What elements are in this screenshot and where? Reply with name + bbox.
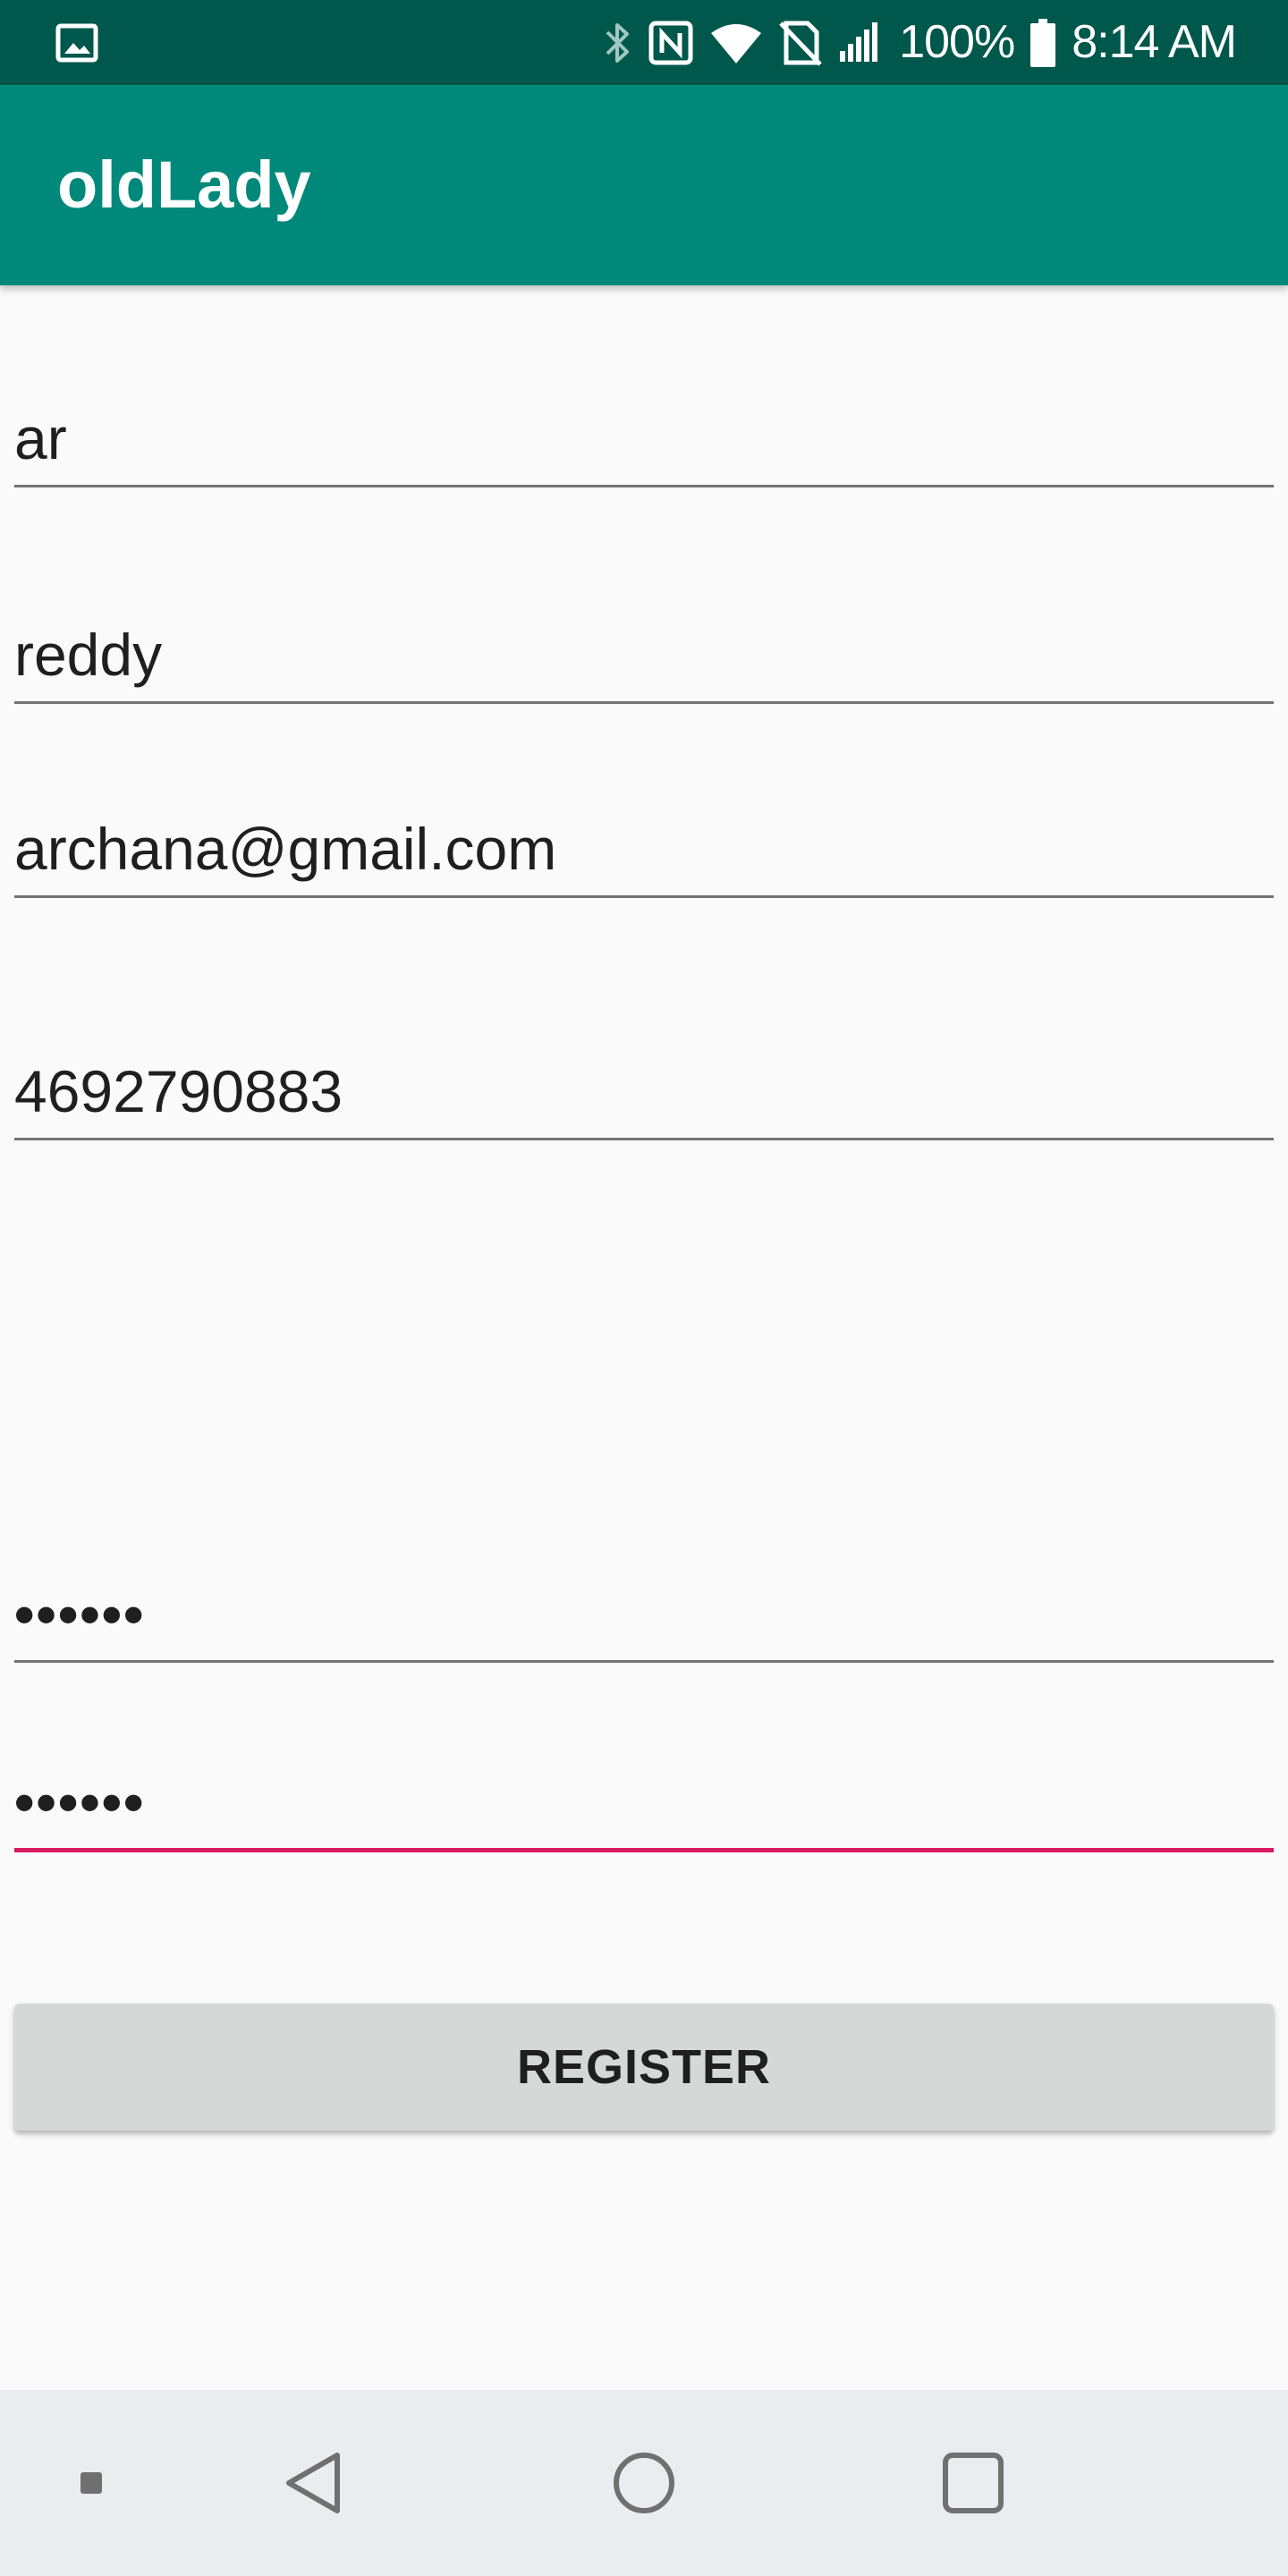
status-bar: 100% 8:14 AM <box>0 0 1288 85</box>
phone-field[interactable]: 4692790883 <box>14 1020 1274 1140</box>
email-field[interactable]: archana@gmail.com <box>14 778 1274 898</box>
confirm-password-field[interactable]: •••••• <box>14 1728 1274 1852</box>
last-name-value: reddy <box>14 622 163 688</box>
app-title: oldLady <box>57 148 311 222</box>
status-icons: 100% 8:14 AM <box>602 0 1237 85</box>
screen: 100% 8:14 AM oldLady ar reddy archana@gm… <box>0 0 1288 2576</box>
bluetooth-icon <box>602 18 632 68</box>
no-sim-icon <box>779 20 823 66</box>
first-name-value: ar <box>14 405 67 471</box>
gallery-icon <box>55 23 98 63</box>
app-bar: oldLady <box>0 85 1288 285</box>
register-button-label: REGISTER <box>516 2040 772 2094</box>
confirm-password-value: •••••• <box>14 1770 146 1835</box>
clock: 8:14 AM <box>1072 16 1237 68</box>
recents-icon[interactable] <box>928 2390 1018 2576</box>
battery-icon <box>1030 18 1056 67</box>
password-value: •••••• <box>14 1582 146 1647</box>
nfc-icon <box>648 21 693 65</box>
register-button[interactable]: REGISTER <box>14 2004 1274 2131</box>
home-icon[interactable] <box>599 2390 689 2576</box>
signal-icon <box>838 21 883 64</box>
back-icon[interactable] <box>268 2390 358 2576</box>
last-name-field[interactable]: reddy <box>14 586 1274 704</box>
navigation-bar <box>0 2390 1288 2576</box>
square-dot-icon[interactable] <box>64 2390 118 2576</box>
battery-percent: 100% <box>899 16 1015 68</box>
email-value: archana@gmail.com <box>14 816 557 882</box>
wifi-icon <box>709 21 763 65</box>
first-name-field[interactable]: ar <box>14 367 1274 487</box>
phone-value: 4692790883 <box>14 1058 343 1124</box>
password-field[interactable]: •••••• <box>14 1540 1274 1663</box>
